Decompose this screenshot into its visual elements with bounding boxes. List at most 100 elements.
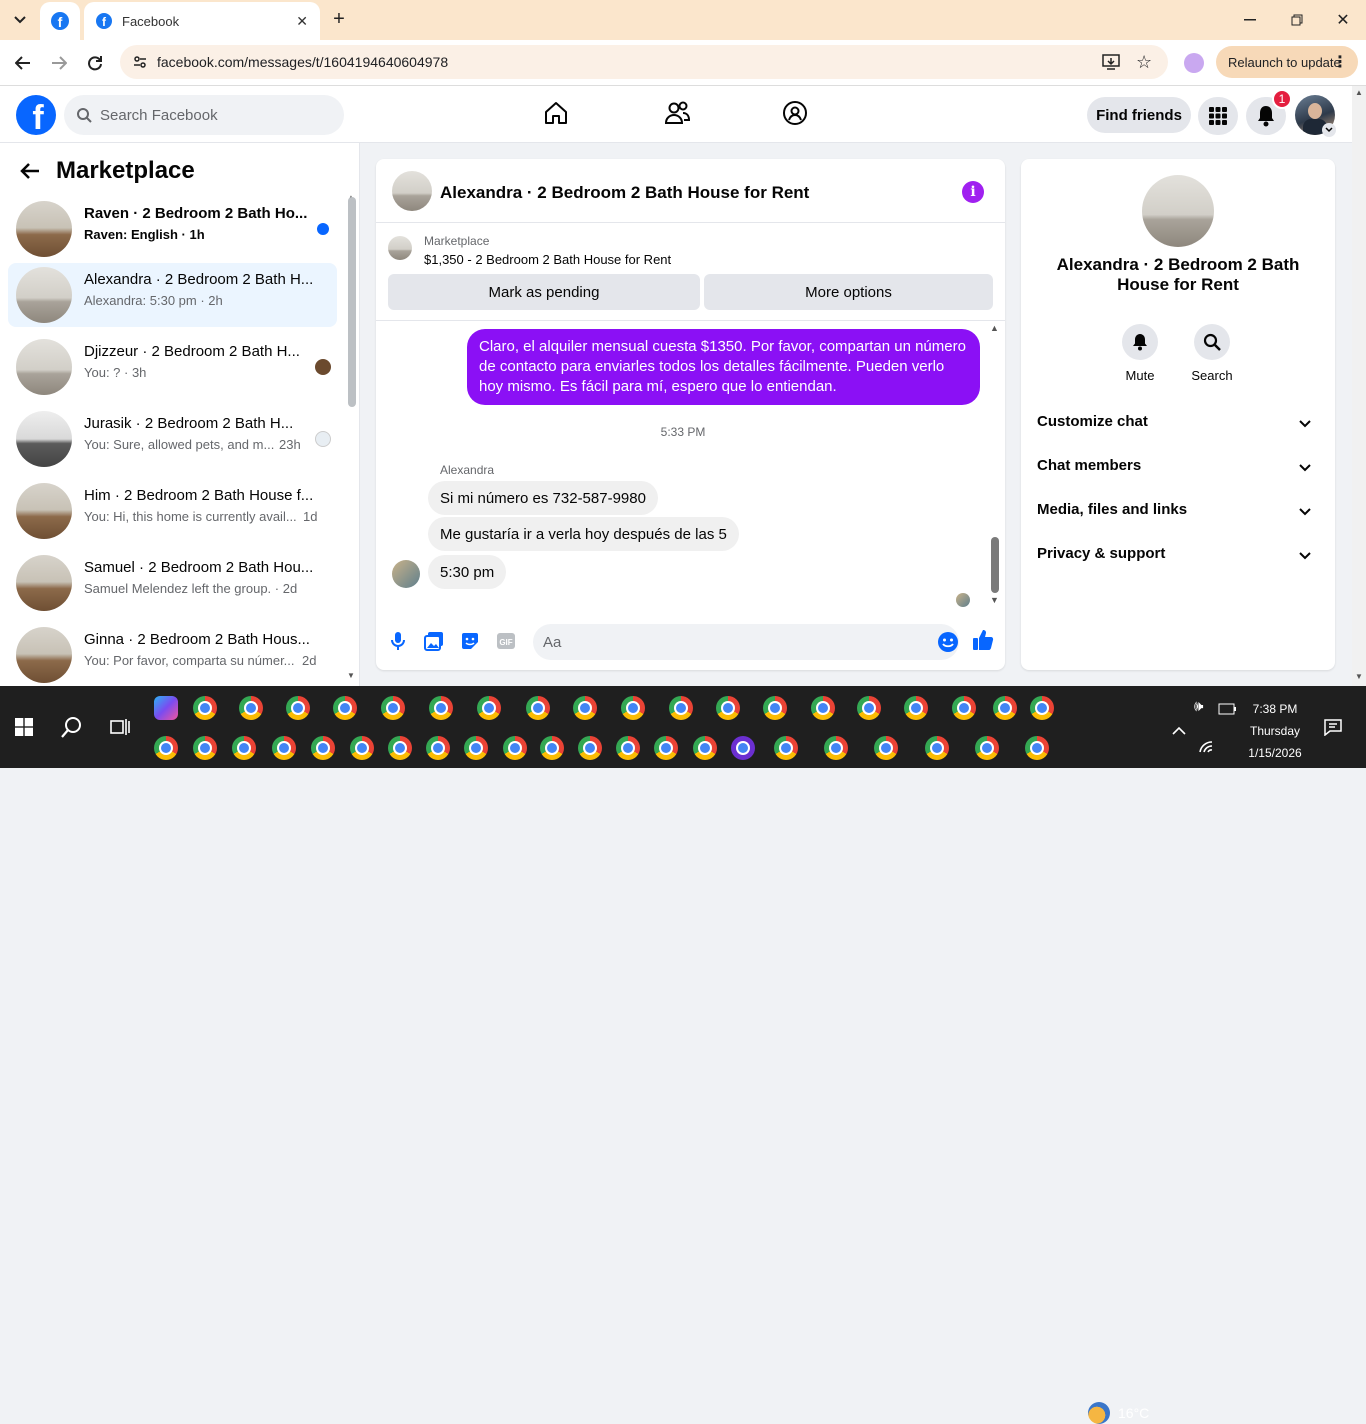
chrome-profile-icon[interactable] (573, 696, 597, 720)
emoji-icon[interactable] (937, 631, 959, 657)
menu-grid-button[interactable] (1198, 97, 1238, 135)
close-tab-icon[interactable]: ✕ (296, 13, 308, 30)
scroll-down-arrow-icon[interactable]: ▼ (1355, 672, 1363, 681)
message-input[interactable]: Aa (533, 624, 959, 660)
more-menu-icon[interactable]: ⋮ (1332, 52, 1348, 72)
gif-icon[interactable]: GIF (496, 631, 516, 651)
conversation-item[interactable]: Ginna · 2 Bedroom 2 Bath Hous... You: Po… (8, 623, 337, 686)
home-icon[interactable] (543, 100, 571, 128)
chrome-profile-icon[interactable] (774, 736, 798, 760)
chrome-profile-icon[interactable] (311, 736, 335, 760)
install-app-icon[interactable] (1102, 53, 1120, 74)
photo-icon[interactable] (424, 631, 444, 651)
chrome-profile-icon[interactable] (731, 736, 755, 760)
chrome-profile-icon[interactable] (654, 736, 678, 760)
chrome-profile-icon[interactable] (925, 736, 949, 760)
chevron-up-icon[interactable] (1172, 722, 1186, 740)
conversation-item[interactable]: Raven · 2 Bedroom 2 Bath Ho... Raven: En… (8, 197, 337, 261)
chrome-profile-icon[interactable] (975, 736, 999, 760)
scroll-up-arrow-icon[interactable]: ▲ (1355, 88, 1363, 97)
chrome-profile-icon[interactable] (763, 696, 787, 720)
chrome-profile-icon[interactable] (811, 696, 835, 720)
minimize-button[interactable] (1240, 10, 1260, 30)
conversation-item[interactable]: Alexandra · 2 Bedroom 2 Bath H... Alexan… (8, 263, 337, 327)
mark-as-pending-button[interactable]: Mark as pending (388, 274, 700, 310)
media-files-links-section[interactable]: Media, files and links (1037, 491, 1319, 527)
url-field[interactable]: facebook.com/messages/t/1604194640604978… (120, 45, 1168, 79)
chrome-profile-icon[interactable] (716, 696, 740, 720)
relaunch-to-update-button[interactable]: Relaunch to update ⋮ (1216, 46, 1358, 78)
chrome-profile-icon[interactable] (350, 736, 374, 760)
chrome-profile-icon[interactable] (824, 736, 848, 760)
conversation-item[interactable]: Djizzeur · 2 Bedroom 2 Bath H... You: ? … (8, 335, 337, 399)
chrome-profile-icon[interactable] (993, 696, 1017, 720)
sticker-icon[interactable] (460, 631, 480, 651)
weather-widget[interactable]: 16°C (1088, 1402, 1149, 1424)
task-view-icon[interactable] (110, 717, 130, 742)
facebook-logo-icon[interactable]: f (16, 95, 56, 135)
copilot-icon[interactable] (154, 696, 178, 720)
chrome-profile-icon[interactable] (154, 736, 178, 760)
back-arrow-icon[interactable] (20, 159, 40, 187)
conversation-item[interactable]: Jurasik · 2 Bedroom 2 Bath H... You: Sur… (8, 407, 337, 471)
chrome-profile-icon[interactable] (464, 736, 488, 760)
chrome-profile-icon[interactable] (952, 696, 976, 720)
more-options-button[interactable]: More options (704, 274, 993, 310)
browser-tab[interactable]: f Facebook ✕ (84, 2, 320, 40)
chrome-profile-icon[interactable] (429, 696, 453, 720)
bookmark-star-icon[interactable]: ☆ (1136, 52, 1152, 73)
chrome-profile-icon[interactable] (193, 696, 217, 720)
scroll-down-arrow-icon[interactable]: ▼ (990, 595, 999, 605)
chrome-profile-icon[interactable] (526, 696, 550, 720)
microphone-icon[interactable] (390, 631, 410, 651)
chrome-profile-icon[interactable] (426, 736, 450, 760)
message-scrollbar[interactable] (991, 537, 999, 593)
chrome-profile-icon[interactable] (616, 736, 640, 760)
page-scrollbar[interactable]: ▲ ▼ (1352, 86, 1366, 686)
pinned-facebook-tab[interactable]: f (40, 2, 80, 40)
privacy-support-section[interactable]: Privacy & support (1037, 535, 1319, 571)
conversation-item[interactable]: Him · 2 Bedroom 2 Bath House f... You: H… (8, 479, 337, 543)
mute-button[interactable]: Mute (1110, 324, 1170, 383)
volume-icon[interactable]: 🕪 (1194, 698, 1203, 715)
back-icon[interactable] (12, 52, 34, 74)
chrome-profile-icon[interactable] (239, 696, 263, 720)
chrome-profile-icon[interactable] (874, 736, 898, 760)
chrome-profile-icon[interactable] (669, 696, 693, 720)
chrome-profile-icon[interactable] (381, 696, 405, 720)
chrome-profile-icon[interactable] (693, 736, 717, 760)
scroll-down-arrow-icon[interactable]: ▼ (347, 671, 355, 680)
listing-price-title[interactable]: $1,350 - 2 Bedroom 2 Bath House for Rent (424, 252, 671, 267)
extension-icon[interactable] (1184, 53, 1204, 73)
chrome-profile-icon[interactable] (388, 736, 412, 760)
close-window-button[interactable]: ✕ (1333, 10, 1353, 30)
search-icon[interactable] (60, 715, 84, 744)
chrome-profile-icon[interactable] (272, 736, 296, 760)
conversation-title[interactable]: Alexandra · 2 Bedroom 2 Bath House for R… (440, 183, 809, 203)
chrome-profile-icon[interactable] (578, 736, 602, 760)
chrome-profile-icon[interactable] (621, 696, 645, 720)
chrome-profile-icon[interactable] (232, 736, 256, 760)
forward-icon[interactable] (48, 52, 70, 74)
chrome-profile-icon[interactable] (540, 736, 564, 760)
chrome-profile-icon[interactable] (1030, 696, 1054, 720)
reload-icon[interactable] (84, 52, 106, 74)
chat-members-section[interactable]: Chat members (1037, 447, 1319, 483)
chrome-profile-icon[interactable] (904, 696, 928, 720)
chrome-profile-icon[interactable] (1025, 736, 1049, 760)
site-settings-icon[interactable] (132, 54, 148, 73)
chrome-profile-icon[interactable] (477, 696, 501, 720)
chrome-profile-icon[interactable] (857, 696, 881, 720)
chrome-profile-icon[interactable] (193, 736, 217, 760)
search-input[interactable]: Search Facebook (64, 95, 344, 135)
info-icon[interactable]: i (962, 181, 984, 203)
scroll-up-arrow-icon[interactable]: ▲ (990, 323, 999, 333)
customize-chat-section[interactable]: Customize chat (1037, 403, 1319, 439)
friends-icon[interactable] (663, 100, 691, 128)
chat-list-scrollbar[interactable] (348, 197, 356, 407)
conversation-item[interactable]: Samuel · 2 Bedroom 2 Bath Hou... Samuel … (8, 551, 337, 615)
chrome-profile-icon[interactable] (286, 696, 310, 720)
wifi-icon[interactable] (1198, 740, 1214, 759)
notification-center-icon[interactable] (1324, 718, 1342, 741)
windows-start-icon[interactable] (15, 718, 33, 736)
